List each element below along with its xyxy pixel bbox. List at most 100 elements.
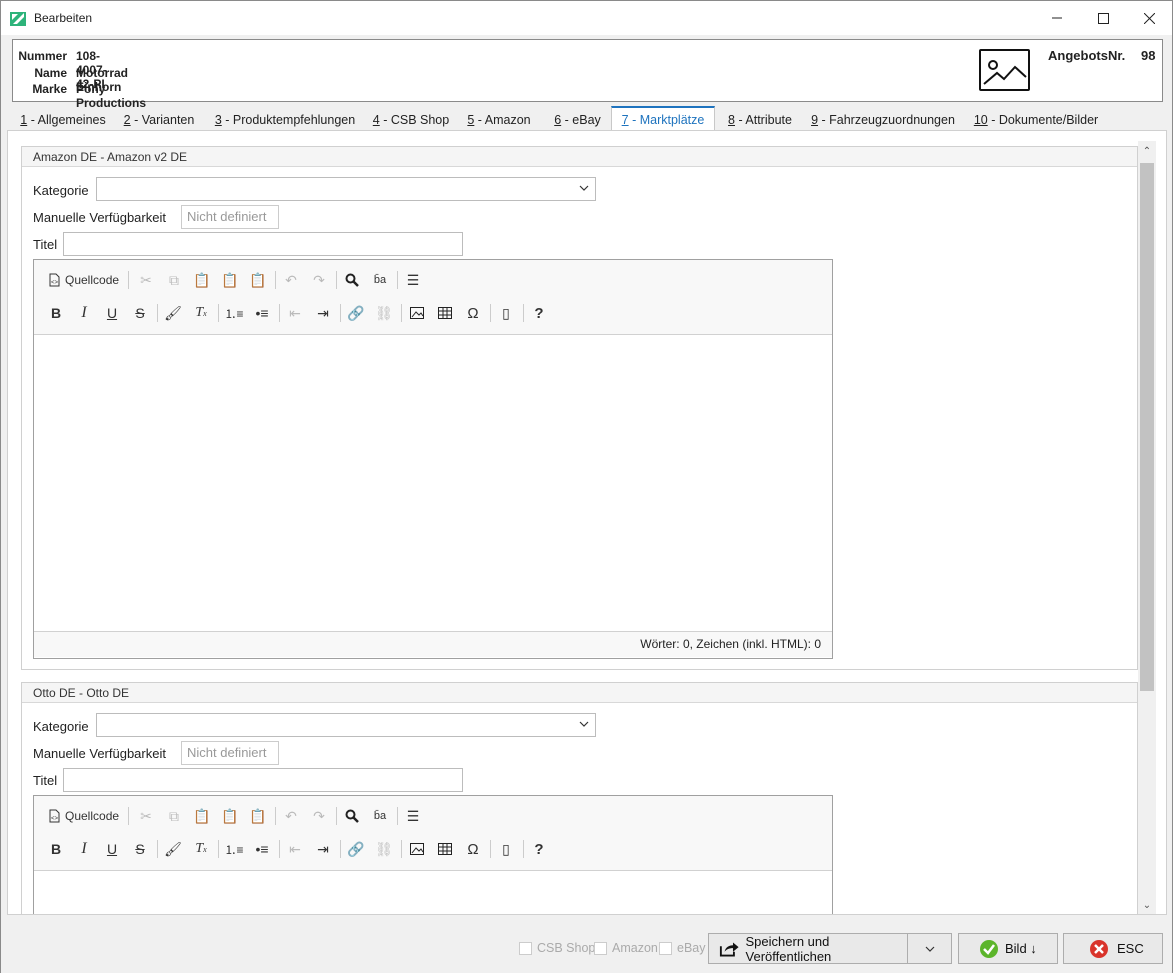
special-char-icon[interactable]: Ω [462, 302, 484, 324]
copy-icon[interactable]: ⧉ [163, 805, 185, 827]
copy-icon[interactable]: ⧉ [163, 269, 185, 291]
scroll-down-icon[interactable]: ⌄ [1140, 900, 1154, 914]
tab-marktplaetze[interactable]: 7 - Marktplätze [611, 106, 715, 131]
find-icon[interactable] [341, 269, 363, 291]
tab-fahrzeugzuordnungen[interactable]: 9 - Fahrzeugzuordnungen [811, 106, 955, 131]
titel-input[interactable] [63, 232, 463, 256]
tab-attribute[interactable]: 8 - Attribute [722, 106, 798, 131]
tab-ebay[interactable]: 6 - eBay [550, 106, 605, 131]
bulleted-list-icon[interactable]: •≡ [251, 838, 273, 860]
checkbox-label: CSB Shop [537, 941, 596, 955]
replace-icon[interactable]: b̄a [369, 805, 391, 827]
outdent-icon[interactable]: ⇤ [284, 302, 306, 324]
format-painter-icon[interactable]: 🖌 [162, 838, 184, 860]
redo-icon[interactable]: ↷ [308, 269, 330, 291]
cancel-circle-icon [1090, 939, 1108, 958]
format-painter-icon[interactable]: 🖌 [162, 302, 184, 324]
tab-dokumente-bilder[interactable]: 10 - Dokumente/Bilder [972, 106, 1100, 131]
select-all-icon[interactable]: ☰ [402, 269, 424, 291]
unlink-icon[interactable]: ⛓ [373, 302, 395, 324]
underline-icon[interactable]: U [101, 302, 123, 324]
verfuegbarkeit-field[interactable]: Nicht definiert [181, 205, 279, 229]
publish-csb-shop-checkbox[interactable]: CSB Shop [519, 941, 595, 955]
select-all-icon[interactable]: ☰ [402, 805, 424, 827]
cut-icon[interactable]: ✂ [135, 269, 157, 291]
bulleted-list-icon[interactable]: •≡ [251, 302, 273, 324]
tab-amazon[interactable]: 5 - Amazon [465, 106, 533, 131]
checkbox-label: Amazon [612, 941, 658, 955]
scrollbar-thumb[interactable] [1140, 163, 1154, 691]
save-publish-label: Speichern und Veröffentlichen [745, 933, 832, 964]
title-bar: Bearbeiten [1, 1, 1172, 35]
source-code-button[interactable]: <> Quellcode [47, 805, 119, 827]
save-publish-button[interactable]: Speichern und Veröffentlichen [708, 933, 908, 964]
toolbar-separator [340, 840, 341, 858]
checkbox-label: eBay [677, 941, 706, 955]
bild-button[interactable]: Bild ↓ [958, 933, 1058, 964]
editor-content-area[interactable] [34, 871, 832, 914]
marketplaces-panel: ⌃ ⌄ Amazon DE - Amazon v2 DE Kategorie M… [7, 130, 1167, 915]
maximize-button[interactable] [1080, 1, 1126, 35]
help-icon[interactable]: ? [528, 302, 550, 324]
bold-icon[interactable]: B [45, 838, 67, 860]
tab-label: - Fahrzeugzuordnungen [818, 113, 955, 127]
insert-image-icon[interactable] [406, 302, 428, 324]
tab-varianten[interactable]: 2 - Varianten [119, 106, 199, 131]
paste-text-icon[interactable]: 📋 [219, 269, 241, 291]
paste-text-icon[interactable]: 📋 [219, 805, 241, 827]
verfuegbarkeit-field[interactable]: Nicht definiert [181, 741, 279, 765]
strikethrough-icon[interactable]: S [129, 302, 151, 324]
redo-icon[interactable]: ↷ [308, 805, 330, 827]
close-button[interactable] [1126, 1, 1172, 35]
publish-ebay-checkbox[interactable]: eBay [659, 941, 706, 955]
save-options-dropdown[interactable] [907, 933, 952, 964]
scroll-up-icon[interactable]: ⌃ [1140, 146, 1154, 160]
table-icon[interactable] [434, 838, 456, 860]
undo-icon[interactable]: ↶ [280, 269, 302, 291]
show-blocks-icon[interactable]: ▯ [495, 838, 517, 860]
paste-word-icon[interactable]: 📋 [247, 269, 269, 291]
kategorie-select[interactable] [96, 713, 596, 737]
italic-icon[interactable]: I [73, 838, 95, 860]
cut-icon[interactable]: ✂ [135, 805, 157, 827]
tab-produktempfehlungen[interactable]: 3 - Produktempfehlungen [211, 106, 359, 131]
paste-word-icon[interactable]: 📋 [247, 805, 269, 827]
table-icon[interactable] [434, 302, 456, 324]
remove-format-icon[interactable]: Tx [190, 302, 212, 324]
help-icon[interactable]: ? [528, 838, 550, 860]
find-icon[interactable] [341, 805, 363, 827]
link-icon[interactable]: 🔗 [345, 302, 367, 324]
editor-content-area[interactable] [34, 335, 832, 631]
tab-csb-shop[interactable]: 4 - CSB Shop [372, 106, 450, 131]
outdent-icon[interactable]: ⇤ [284, 838, 306, 860]
special-char-icon[interactable]: Ω [462, 838, 484, 860]
indent-icon[interactable]: ⇥ [312, 838, 334, 860]
window-title: Bearbeiten [34, 11, 93, 25]
numbered-list-icon[interactable]: ⒈≡ [223, 302, 245, 324]
indent-icon[interactable]: ⇥ [312, 302, 334, 324]
numbered-list-icon[interactable]: ⒈≡ [223, 838, 245, 860]
paste-icon[interactable]: 📋 [191, 269, 213, 291]
remove-format-icon[interactable]: Tx [190, 838, 212, 860]
show-blocks-icon[interactable]: ▯ [495, 302, 517, 324]
minimize-button[interactable] [1034, 1, 1080, 35]
underline-icon[interactable]: U [101, 838, 123, 860]
tab-allgemeines[interactable]: 1 - Allgemeines [13, 106, 113, 131]
check-circle-icon [980, 939, 998, 958]
esc-button[interactable]: ESC [1063, 933, 1163, 964]
kategorie-select[interactable] [96, 177, 596, 201]
publish-amazon-checkbox[interactable]: Amazon [594, 941, 658, 955]
undo-icon[interactable]: ↶ [280, 805, 302, 827]
paste-icon[interactable]: 📋 [191, 805, 213, 827]
bold-icon[interactable]: B [45, 302, 67, 324]
insert-image-icon[interactable] [406, 838, 428, 860]
italic-icon[interactable]: I [73, 302, 95, 324]
product-image-placeholder[interactable] [979, 49, 1030, 91]
source-code-button[interactable]: <> Quellcode [47, 269, 119, 291]
link-icon[interactable]: 🔗 [345, 838, 367, 860]
unlink-icon[interactable]: ⛓ [373, 838, 395, 860]
titel-input[interactable] [63, 768, 463, 792]
offer-number-label: AngebotsNr. [1048, 48, 1126, 63]
strikethrough-icon[interactable]: S [129, 838, 151, 860]
replace-icon[interactable]: b̄a [369, 269, 391, 291]
